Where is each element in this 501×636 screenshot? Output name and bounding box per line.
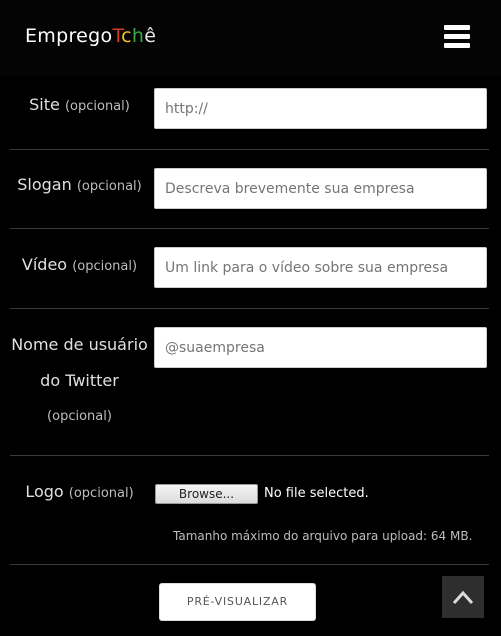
upload-size-hint: Tamanho máximo do arquivo para upload: 6…: [173, 529, 473, 543]
video-label: Vídeo (opcional): [21, 255, 138, 274]
file-status: No file selected.: [264, 486, 369, 501]
logo-label: Logo (opcional): [25, 482, 134, 501]
browse-button[interactable]: Browse...: [155, 484, 258, 504]
hamburger-icon[interactable]: [444, 25, 470, 49]
preview-button[interactable]: PRÉ-VISUALIZAR: [159, 583, 316, 621]
logo-text-part1: Emprego: [25, 25, 113, 47]
site-logo[interactable]: EmpregoTchê: [25, 25, 156, 47]
twitter-label: Nome de usuário do Twitter (opcional): [11, 335, 148, 424]
chevron-up-icon: [452, 590, 474, 605]
logo-text-part2: Tchê: [112, 25, 157, 47]
field-row-slogan: Slogan (opcional): [10, 149, 489, 229]
site-label: Site (opcional): [29, 95, 130, 114]
video-input[interactable]: [154, 247, 487, 288]
site-header: EmpregoTchê: [0, 0, 501, 76]
slogan-label: Slogan (opcional): [17, 175, 142, 194]
field-row-logo: Logo (opcional): [10, 455, 489, 565]
site-input[interactable]: [154, 88, 487, 129]
twitter-input[interactable]: [154, 327, 487, 368]
slogan-input[interactable]: [154, 168, 487, 209]
field-row-twitter: Nome de usuário do Twitter (opcional): [10, 308, 489, 456]
back-to-top-button[interactable]: [442, 576, 484, 618]
field-row-site: Site (opcional): [10, 76, 489, 150]
field-row-video: Vídeo (opcional): [10, 228, 489, 309]
